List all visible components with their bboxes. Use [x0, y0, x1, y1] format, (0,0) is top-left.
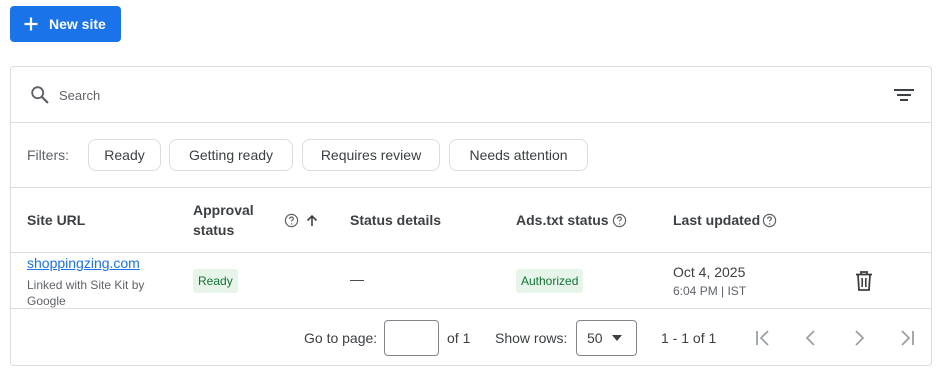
column-ads-txt-status[interactable]: Ads.txt status	[516, 210, 609, 230]
rows-per-page-select[interactable]: 50	[576, 320, 637, 356]
search-input[interactable]	[59, 83, 839, 107]
site-url-link[interactable]: shoppingzing.com	[27, 255, 140, 271]
range-text: 1 - 1 of 1	[661, 330, 717, 346]
ads-txt-status-badge: Authorized	[516, 269, 584, 293]
last-updated-date: Oct 4, 2025	[673, 264, 746, 280]
site-note: Linked with Site Kit by Google	[27, 278, 145, 308]
help-icon[interactable]	[762, 213, 777, 228]
filter-list-icon[interactable]	[893, 85, 915, 105]
new-site-label: New site	[49, 16, 106, 32]
trash-icon[interactable]	[854, 270, 874, 292]
column-status-details[interactable]: Status details	[350, 210, 441, 230]
help-icon[interactable]	[284, 213, 299, 228]
filter-chip-needs-attention[interactable]: Needs attention	[449, 139, 588, 171]
dropdown-arrow-icon	[612, 335, 622, 341]
search-bar	[11, 67, 931, 123]
go-to-page-input[interactable]	[384, 320, 439, 356]
table-row: shoppingzing.com Linked with Site Kit by…	[11, 253, 931, 309]
column-approval-status-line1[interactable]: Approval	[193, 200, 254, 220]
first-page-icon[interactable]	[752, 327, 774, 349]
filters-label: Filters:	[27, 147, 69, 163]
filters-bar: Filters: Ready Getting ready Requires re…	[11, 123, 931, 188]
help-icon[interactable]	[612, 213, 627, 228]
table-header: Site URL Approval status Status details …	[11, 188, 931, 253]
plus-icon	[24, 17, 38, 31]
filter-chip-getting-ready[interactable]: Getting ready	[169, 139, 293, 171]
chevron-left-icon[interactable]	[800, 327, 822, 349]
search-icon	[31, 86, 49, 104]
column-site-url[interactable]: Site URL	[27, 210, 85, 230]
chevron-right-icon[interactable]	[848, 327, 870, 349]
new-site-button[interactable]: New site	[10, 6, 121, 42]
last-page-icon[interactable]	[896, 327, 918, 349]
sites-table-panel: Filters: Ready Getting ready Requires re…	[10, 66, 932, 366]
arrow-upward-icon[interactable]	[305, 214, 319, 228]
show-rows-label: Show rows:	[495, 330, 568, 346]
filter-chip-requires-review[interactable]: Requires review	[302, 139, 440, 171]
filter-chip-ready[interactable]: Ready	[88, 139, 161, 171]
pagination-bar: Go to page: of 1 Show rows: 50 1 - 1 of …	[11, 309, 931, 366]
column-last-updated[interactable]: Last updated	[673, 210, 760, 230]
column-approval-status-line2[interactable]: status	[193, 220, 234, 240]
last-updated-time: 6:04 PM | IST	[673, 284, 747, 298]
status-details-value: —	[350, 271, 364, 287]
rows-per-page-value: 50	[587, 330, 603, 346]
approval-status-badge: Ready	[193, 269, 238, 293]
go-to-page-label: Go to page:	[304, 330, 378, 346]
page-count: of 1	[447, 330, 471, 346]
